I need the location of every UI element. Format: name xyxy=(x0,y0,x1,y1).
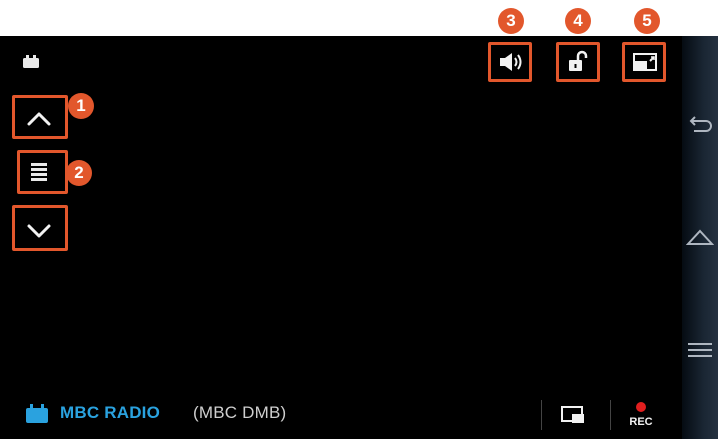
dmb-screen xyxy=(0,36,718,439)
separator xyxy=(541,400,542,430)
annotation-badge-5: 5 xyxy=(634,8,660,34)
annotation-badge-3: 3 xyxy=(498,8,524,34)
annotation-badge-1: 1 xyxy=(68,93,94,119)
record-label: REC xyxy=(629,416,653,428)
channel-subtitle: (MBC DMB) xyxy=(193,403,287,422)
unlock-icon[interactable] xyxy=(567,50,589,74)
battery-icon xyxy=(23,55,39,68)
chevron-down-icon[interactable] xyxy=(25,222,53,240)
volume-icon[interactable] xyxy=(499,51,523,73)
separator xyxy=(610,400,611,430)
pip-icon[interactable] xyxy=(560,404,586,424)
tv-icon xyxy=(26,404,48,423)
chevron-up-icon[interactable] xyxy=(25,110,53,128)
home-icon[interactable] xyxy=(686,228,714,248)
record-dot-icon xyxy=(636,402,646,412)
record-button[interactable]: REC xyxy=(626,398,656,434)
annotation-badge-4: 4 xyxy=(565,8,591,34)
list-icon[interactable] xyxy=(29,161,49,185)
menu-icon[interactable] xyxy=(687,340,713,360)
screen-mode-icon[interactable] xyxy=(632,51,658,73)
back-icon[interactable] xyxy=(686,115,714,137)
channel-name: MBC RADIO xyxy=(60,403,161,422)
annotation-badge-2: 2 xyxy=(66,160,92,186)
